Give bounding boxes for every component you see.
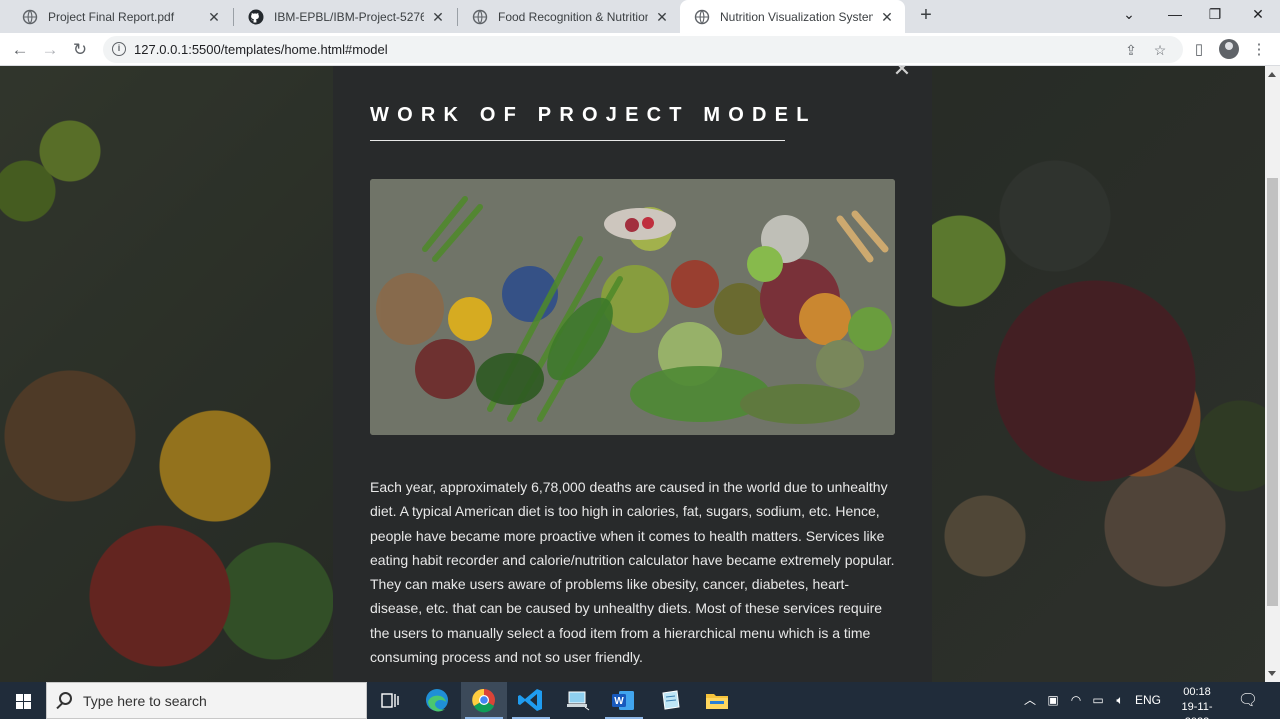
clock-time: 00:18 (1183, 686, 1211, 698)
tab-title: Food Recognition & Nutrition Vi (498, 9, 648, 24)
taskbar-search-box[interactable]: Type here to search (46, 682, 367, 719)
tab-title: Project Final Report.pdf (48, 9, 175, 24)
close-icon[interactable]: ✕ (891, 66, 913, 80)
tab-search-chevron-icon[interactable]: ⌄ (1106, 0, 1152, 30)
battery-icon[interactable]: ▭ (1088, 682, 1108, 719)
project-description: Each year, approximately 6,78,000 deaths… (370, 479, 895, 666)
scrollbar-thumb[interactable] (1267, 178, 1278, 606)
windows-start-button[interactable] (0, 682, 46, 719)
side-panel-icon[interactable]: ▯ (1186, 37, 1212, 63)
system-clock[interactable]: 00:18 19-11-2022 (1170, 685, 1224, 719)
restore-button[interactable]: ❐ (1192, 0, 1238, 30)
tab-title: Nutrition Visualization System (720, 9, 873, 24)
vegetables-image (370, 179, 895, 435)
edge-taskbar-button[interactable] (414, 682, 460, 719)
notepad-taskbar-button[interactable] (648, 682, 694, 719)
url-text: 127.0.0.1:5500/templates/home.html#model (134, 42, 388, 57)
modal-title: WORK OF PROJECT MODEL (370, 104, 817, 126)
more-menu-icon[interactable]: ⋮ (1246, 37, 1272, 63)
globe-icon (694, 9, 710, 24)
tab-food-recognition[interactable]: Food Recognition & Nutrition Vi ✕ (458, 0, 680, 33)
vscode-taskbar-button[interactable] (508, 682, 554, 719)
tab-title: IBM-EPBL/IBM-Project-52762-16 (274, 9, 424, 24)
notifications-icon[interactable]: 🗨︎ (1236, 682, 1260, 719)
back-button[interactable]: ← (7, 37, 33, 63)
github-icon (248, 9, 264, 24)
search-placeholder: Type here to search (83, 693, 207, 709)
wifi-icon[interactable]: ◠ (1067, 682, 1085, 719)
notepad-icon (662, 690, 680, 710)
tab-nutrition-visualization[interactable]: Nutrition Visualization System ✕ (680, 0, 905, 33)
globe-icon (472, 9, 488, 24)
network-pc-icon (567, 691, 590, 711)
bookmark-star-icon[interactable]: ☆ (1150, 40, 1170, 60)
windows-taskbar: Type here to search W ︿ ▣ ◠ ▭ 🔈︎ ENG 00:… (0, 682, 1280, 719)
globe-icon (22, 9, 38, 24)
security-tray-icon[interactable]: ▣ (1043, 682, 1063, 719)
page-viewport: ✕ WORK OF PROJECT MODEL Each year, appro… (0, 66, 1265, 682)
word-taskbar-button[interactable]: W (601, 682, 647, 719)
edge-icon (426, 689, 448, 712)
site-info-icon[interactable]: i (112, 42, 126, 56)
show-hidden-icons-chevron-icon[interactable]: ︿ (1022, 682, 1038, 719)
forward-button[interactable]: → (37, 37, 63, 63)
chrome-icon (472, 688, 495, 713)
address-bar[interactable]: i 127.0.0.1:5500/templates/home.html#mod… (103, 36, 1183, 63)
title-underline (370, 140, 785, 141)
reload-button[interactable]: ↻ (67, 37, 93, 63)
close-window-button[interactable]: ✕ (1235, 0, 1280, 30)
task-view-button[interactable] (367, 682, 413, 719)
network-pc-taskbar-button[interactable] (555, 682, 601, 719)
volume-icon[interactable]: 🔈︎ (1111, 682, 1129, 719)
word-icon: W (612, 691, 634, 710)
chrome-taskbar-button[interactable] (461, 682, 507, 719)
input-language[interactable]: ENG (1134, 682, 1162, 719)
new-tab-button[interactable]: + (912, 0, 940, 33)
search-icon (59, 692, 72, 705)
close-tab-icon[interactable]: ✕ (206, 9, 222, 25)
project-model-modal: ✕ WORK OF PROJECT MODEL Each year, appro… (333, 66, 932, 682)
close-tab-icon[interactable]: ✕ (430, 9, 446, 25)
browser-toolbar: ← → ↻ i 127.0.0.1:5500/templates/home.ht… (0, 33, 1280, 66)
tab-project-final-report[interactable]: Project Final Report.pdf ✕ (8, 0, 232, 33)
scroll-up-arrow-icon[interactable] (1268, 72, 1276, 77)
tab-github-repo[interactable]: IBM-EPBL/IBM-Project-52762-16 ✕ (234, 0, 456, 33)
page-scrollbar[interactable] (1265, 66, 1280, 682)
scroll-down-arrow-icon[interactable] (1268, 671, 1276, 676)
vscode-icon (518, 689, 542, 711)
profile-avatar[interactable] (1219, 39, 1239, 59)
browser-tab-strip: Project Final Report.pdf ✕ IBM-EPBL/IBM-… (0, 0, 1280, 33)
share-icon[interactable]: ⇪ (1121, 40, 1141, 60)
task-view-icon (381, 693, 399, 708)
close-tab-icon[interactable]: ✕ (879, 9, 895, 25)
close-tab-icon[interactable]: ✕ (654, 9, 670, 25)
file-explorer-icon (706, 694, 728, 709)
clock-date: 19-11-2022 (1181, 701, 1213, 719)
file-explorer-taskbar-button[interactable] (694, 682, 740, 719)
svg-text:W: W (614, 696, 624, 707)
